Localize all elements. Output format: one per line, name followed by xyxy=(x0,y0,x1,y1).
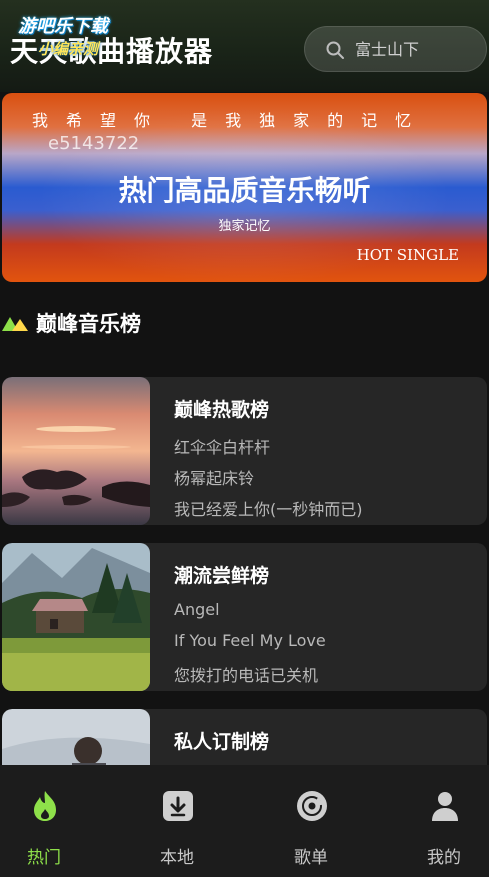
mountain-icon xyxy=(2,317,28,331)
banner-title: 热门高品质音乐畅听 xyxy=(118,174,371,207)
chart-song: Angel xyxy=(174,600,220,619)
chart-song: If You Feel My Love xyxy=(174,631,326,650)
nav-item-local[interactable]: 本地 xyxy=(116,765,238,877)
nav-label: 歌单 xyxy=(294,848,328,868)
nav-item-mine[interactable]: 我的 xyxy=(383,765,489,877)
chart-card-hot[interactable]: 巅峰热歌榜 红伞伞白杆杆 杨幂起床铃 我已经爱上你(一秒钟而已) xyxy=(2,377,487,525)
section-title: 巅峰音乐榜 xyxy=(36,312,141,336)
chart-title: 私人订制榜 xyxy=(174,731,270,753)
disc-icon xyxy=(297,791,327,821)
chart-cover-image xyxy=(2,377,150,525)
chart-card-trend[interactable]: 潮流尝鲜榜 Angel If You Feel My Love 您拨打的电话已关… xyxy=(2,543,487,691)
download-icon xyxy=(163,791,193,821)
banner-tag: HOT SINGLE xyxy=(356,246,459,264)
banner-lyric: 我希望你 是我独家的记忆 xyxy=(32,111,430,130)
promo-banner[interactable]: 我希望你 是我独家的记忆 e5143722 热门高品质音乐畅听 独家记忆 HOT… xyxy=(2,93,487,282)
bottom-nav: 热门 本地 歌单 我的 xyxy=(0,765,489,877)
nav-label: 本地 xyxy=(160,848,194,868)
header: 天天歌曲播放器 游吧乐下载 小编亲测 xyxy=(0,0,489,92)
banner-subtitle: 独家记忆 xyxy=(218,219,271,234)
chart-song: 您拨打的电话已关机 xyxy=(174,666,319,685)
chart-song: 我已经爱上你(一秒钟而已) xyxy=(174,500,363,519)
chart-song: 杨幂起床铃 xyxy=(174,469,255,488)
user-icon xyxy=(432,792,458,821)
app-screen: 天天歌曲播放器 游吧乐下载 小编亲测 我希望你 是我独家的记忆 e5143722… xyxy=(0,0,489,877)
search-bar[interactable] xyxy=(304,26,487,72)
nav-label: 热门 xyxy=(27,848,61,868)
nav-item-hot[interactable]: 热门 xyxy=(0,765,105,877)
chart-song: 红伞伞白杆杆 xyxy=(174,438,271,457)
chart-title: 潮流尝鲜榜 xyxy=(174,565,270,587)
app-title: 天天歌曲播放器 xyxy=(10,35,214,68)
search-input[interactable] xyxy=(355,27,480,71)
chart-cover-image xyxy=(2,543,150,691)
banner-code: e5143722 xyxy=(48,133,140,154)
search-icon xyxy=(326,41,344,59)
nav-item-playlist[interactable]: 歌单 xyxy=(250,765,372,877)
flame-icon xyxy=(34,791,56,821)
chart-title: 巅峰热歌榜 xyxy=(174,399,270,421)
nav-label: 我的 xyxy=(427,848,461,868)
